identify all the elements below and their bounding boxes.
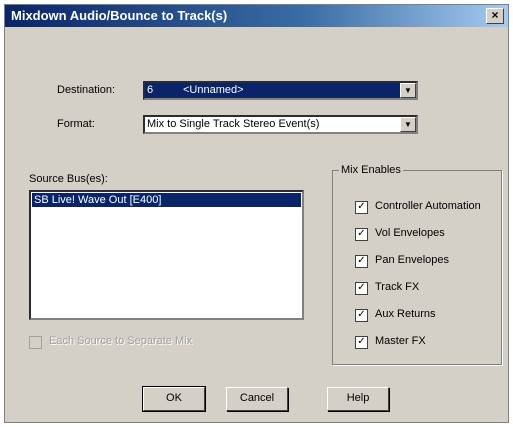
checkbox-label: Track FX (375, 281, 420, 293)
mix-enables-group: Mix Enables ✓ Controller Automation ✓ Vo… (332, 164, 502, 365)
each-source-label: Each Source to Separate Mix (49, 335, 193, 347)
checkbox-box (29, 336, 42, 349)
chevron-down-icon[interactable]: ▼ (400, 117, 416, 132)
destination-label: Destination: (57, 84, 116, 96)
title-bar[interactable]: Mixdown Audio/Bounce to Track(s) × (5, 5, 508, 27)
format-dropdown[interactable]: Mix to Single Track Stereo Event(s) ▼ (143, 115, 418, 134)
cancel-button[interactable]: Cancel (226, 387, 288, 411)
checkbox-label: Pan Envelopes (375, 254, 449, 266)
check-icon[interactable]: ✓ (355, 336, 368, 349)
checkbox-label: Controller Automation (375, 200, 481, 212)
window-title: Mixdown Audio/Bounce to Track(s) (11, 8, 228, 23)
format-value: Mix to Single Track Stereo Event(s) (147, 118, 320, 130)
mix-enables-label: Mix Enables (339, 164, 403, 176)
destination-dropdown[interactable]: 6 <Unnamed> ▼ (143, 81, 418, 100)
chevron-down-icon[interactable]: ▼ (400, 83, 416, 98)
check-icon[interactable]: ✓ (355, 282, 368, 295)
close-button[interactable]: × (486, 8, 504, 24)
check-icon[interactable]: ✓ (355, 255, 368, 268)
checkbox-label: Aux Returns (375, 308, 436, 320)
destination-name: <Unnamed> (183, 84, 244, 96)
checkbox-label: Vol Envelopes (375, 227, 445, 239)
check-icon[interactable]: ✓ (355, 201, 368, 214)
source-buses-label: Source Bus(es): (29, 173, 108, 185)
checkbox-label: Master FX (375, 335, 426, 347)
mixdown-dialog: Mixdown Audio/Bounce to Track(s) × Desti… (4, 4, 509, 423)
source-buses-list[interactable]: SB Live! Wave Out [E400] (29, 190, 304, 320)
check-icon[interactable]: ✓ (355, 228, 368, 241)
list-item[interactable]: SB Live! Wave Out [E400] (32, 193, 301, 207)
help-button[interactable]: Help (327, 387, 389, 411)
destination-number: 6 (147, 84, 154, 96)
ok-button[interactable]: OK (142, 386, 206, 412)
format-label: Format: (57, 118, 95, 130)
check-icon[interactable]: ✓ (355, 309, 368, 322)
